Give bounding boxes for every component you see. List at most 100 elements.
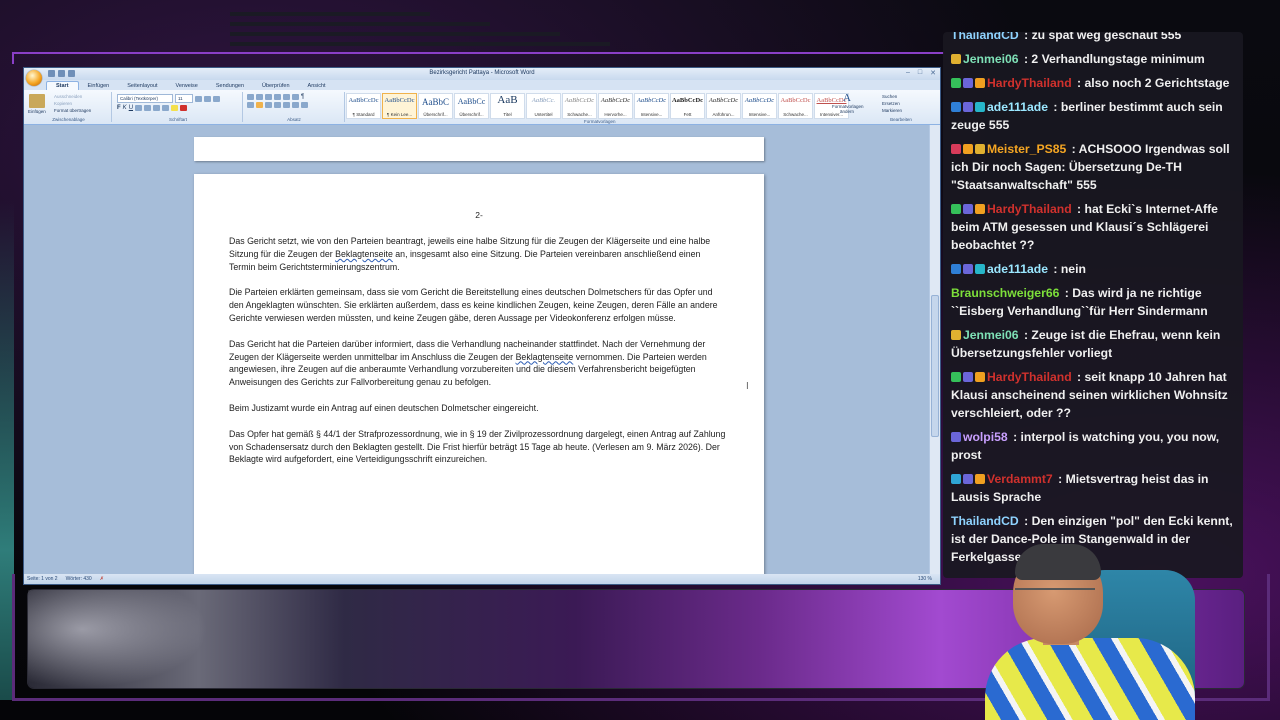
office-button[interactable]	[26, 70, 42, 86]
scrollbar-thumb[interactable]	[931, 295, 939, 437]
chat-badge-icon	[951, 330, 961, 340]
case-icon[interactable]	[162, 105, 170, 111]
chat-username[interactable]: wolpi58	[963, 430, 1008, 444]
underline-icon[interactable]: U	[129, 105, 133, 111]
style-heading-2[interactable]: AaBbCc Überschrif...	[454, 93, 489, 119]
style-quote[interactable]: AaBbCcDc Anführun...	[706, 93, 741, 119]
chat-username[interactable]: HardyThailand	[987, 76, 1072, 90]
tab-page-layout[interactable]: Seitenlayout	[118, 82, 166, 90]
sort-icon[interactable]	[292, 94, 299, 100]
chat-username[interactable]: Verdammt7	[987, 472, 1053, 486]
style-standard[interactable]: AaBbCcDc ¶ Standard	[346, 93, 381, 119]
chat-message: HardyThailand : hat Ecki`s Internet-Affe…	[943, 198, 1243, 258]
highlight-icon[interactable]	[171, 105, 179, 111]
bullets-icon[interactable]	[247, 94, 254, 100]
style-subtitle[interactable]: AaBbCc. Untertitel	[526, 93, 561, 119]
paragraph: Das Opfer hat gemäß § 44/1 der Strafproz…	[229, 428, 726, 465]
align-right-icon[interactable]	[265, 102, 272, 108]
borders-icon[interactable]	[301, 102, 308, 108]
increase-indent-icon[interactable]	[283, 94, 290, 100]
paste-button[interactable]: Einfügen	[28, 109, 46, 114]
close-icon[interactable]: ✕	[930, 69, 936, 77]
style-heading-1[interactable]: AaBbC Überschrif...	[418, 93, 453, 119]
chat-username[interactable]: ThailandCD	[951, 514, 1019, 528]
vertical-scrollbar[interactable]	[929, 125, 940, 574]
align-left-icon[interactable]	[247, 102, 254, 108]
style-strong[interactable]: AaBbCcDc Fett	[670, 93, 705, 119]
tab-mailings[interactable]: Sendungen	[207, 82, 253, 90]
find-button[interactable]: Suchen	[882, 94, 926, 99]
chat-username[interactable]: Jenmei06	[963, 52, 1019, 66]
format-painter-button[interactable]: Format übertragen	[54, 108, 91, 113]
line-spacing-icon[interactable]	[283, 102, 290, 108]
style-subtle-reference[interactable]: AaBbCcDc Schwache...	[778, 93, 813, 119]
font-size-select[interactable]: 11	[175, 94, 193, 103]
cut-button[interactable]: Ausschneiden	[54, 94, 82, 99]
chat-username[interactable]: ade111ade	[987, 100, 1048, 114]
chat-username[interactable]: ade111ade	[987, 262, 1048, 276]
chat-username[interactable]: ThailandCD	[951, 32, 1019, 42]
multilevel-icon[interactable]	[265, 94, 272, 100]
style-intense-quote[interactable]: AaBbCcDc Intensive...	[742, 93, 777, 119]
font-name-select[interactable]: Calibri (Textkörper)	[117, 94, 173, 103]
change-styles-button[interactable]: A Formatvorlagen ändern	[832, 92, 864, 114]
chat-username[interactable]: Braunschweiger66	[951, 286, 1059, 300]
italic-icon[interactable]: K	[123, 105, 127, 111]
chat-username[interactable]: HardyThailand	[987, 370, 1072, 384]
tab-start[interactable]: Start	[46, 81, 79, 90]
document-area[interactable]: 2- Das Gericht setzt, wie von den Partei…	[24, 125, 930, 574]
tab-references[interactable]: Verweise	[167, 82, 207, 90]
chat-username[interactable]: HardyThailand	[987, 202, 1072, 216]
chat-badge-icon	[951, 372, 961, 382]
superscript-icon[interactable]	[153, 105, 161, 111]
replace-button[interactable]: Ersetzen	[882, 101, 926, 106]
grow-font-icon[interactable]	[195, 95, 202, 102]
style-emphasis[interactable]: AaBbCcDc Hervorhe...	[598, 93, 633, 119]
document-body[interactable]: Das Gericht setzt, wie von den Parteien …	[229, 235, 729, 479]
numbering-icon[interactable]	[256, 94, 263, 100]
align-center-icon[interactable]	[256, 102, 263, 108]
document-page[interactable]: 2- Das Gericht setzt, wie von den Partei…	[194, 174, 764, 574]
chat-message: ade111ade : nein	[943, 258, 1243, 282]
maximize-icon[interactable]: □	[918, 69, 922, 77]
chat-username[interactable]: Meister_PS85	[987, 142, 1066, 156]
chat-messages: ThailandCD : zu spät weg geschaut 555 Jen…	[943, 32, 1243, 570]
select-button[interactable]: Markieren	[882, 108, 926, 113]
chat-username[interactable]: Jenmei06	[963, 328, 1019, 342]
proofing-icon[interactable]: ✗	[100, 576, 104, 582]
tab-review[interactable]: Überprüfen	[253, 82, 299, 90]
tab-view[interactable]: Ansicht	[299, 82, 335, 90]
chat-separator: :	[1050, 262, 1061, 276]
justify-icon[interactable]	[274, 102, 281, 108]
chat-text: 2 Verhandlungstage minimum	[1031, 52, 1205, 66]
chat-message: HardyThailand : seit knapp 10 Jahren hat…	[943, 366, 1243, 426]
overlay-frame	[12, 52, 944, 64]
minimize-icon[interactable]: –	[906, 69, 910, 77]
style-title[interactable]: AaB Titel	[490, 93, 525, 119]
style-subtle-emphasis[interactable]: AaBbCcDc Schwache...	[562, 93, 597, 119]
style-intense-emphasis[interactable]: AaBbCcDc Intensive...	[634, 93, 669, 119]
clear-format-icon[interactable]	[213, 95, 220, 102]
shading-icon[interactable]	[292, 102, 299, 108]
decrease-indent-icon[interactable]	[274, 94, 281, 100]
paste-icon[interactable]	[29, 94, 45, 108]
bold-icon[interactable]: F	[117, 105, 121, 111]
chat-badge-icon	[963, 372, 973, 382]
word-window: Bezirksgericht Pattaya - Microsoft Word …	[24, 68, 940, 584]
font-color-icon[interactable]	[180, 105, 188, 111]
subscript-icon[interactable]	[144, 105, 152, 111]
strikethrough-icon[interactable]	[135, 105, 143, 111]
pilcrow-icon[interactable]: ¶	[301, 94, 304, 100]
decor-stripe	[230, 32, 560, 36]
shrink-font-icon[interactable]	[204, 95, 211, 102]
chat-message: Meister_PS85 : ACHSOOO Irgendwas soll ic…	[943, 138, 1243, 198]
title-bar: Bezirksgericht Pattaya - Microsoft Word …	[24, 68, 940, 86]
style-no-spacing[interactable]: AaBbCcDc ¶ Kein Lee...	[382, 93, 417, 119]
tab-insert[interactable]: Einfügen	[79, 82, 119, 90]
editing-group: Suchen Ersetzen Markieren Bearbeiten	[876, 92, 926, 122]
zoom-level[interactable]: 130 %	[918, 576, 932, 582]
clipboard-group-label: Zwischenablage	[52, 117, 85, 122]
webcam-view	[955, 540, 1245, 720]
copy-button[interactable]: Kopieren	[54, 101, 72, 106]
streamer-glasses	[1015, 588, 1095, 600]
